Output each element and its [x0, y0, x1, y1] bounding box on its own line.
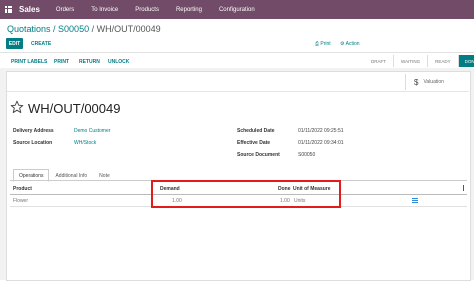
unlock-button[interactable]: UNLOCK — [108, 59, 129, 65]
effective-date-value: 01/11/2022 09:34:01 — [298, 140, 344, 146]
menu-configuration[interactable]: Configuration — [219, 7, 255, 13]
action-label: Action — [345, 41, 360, 47]
breadcrumb-separator: / — [50, 24, 59, 34]
star-icon[interactable] — [10, 100, 24, 114]
return-button[interactable]: RETURN — [79, 59, 100, 65]
print-labels-button[interactable]: PRINT LABELS — [11, 59, 47, 65]
menu-orders[interactable]: Orders — [56, 7, 74, 13]
source-document-label: Source Document — [237, 152, 280, 158]
delivery-address-label: Delivery Address — [13, 128, 54, 134]
menu-reporting[interactable]: Reporting — [176, 7, 202, 13]
source-location-label: Source Location — [13, 140, 53, 146]
cell-product[interactable]: Flower — [13, 198, 28, 204]
column-product[interactable]: Product — [13, 186, 32, 192]
breadcrumb: Quotations / S00050 / WH/OUT/00049 — [7, 24, 161, 34]
dollar-icon: $ — [414, 77, 419, 87]
print-label: Print — [320, 41, 331, 47]
delivery-address-value[interactable]: Demo Customer — [74, 128, 110, 134]
status-ready[interactable]: READY — [428, 55, 459, 67]
create-button[interactable]: CREATE — [31, 41, 51, 47]
valuation-label: Valuation — [423, 79, 444, 85]
print-dropdown[interactable]: ⎙ Print — [315, 41, 331, 47]
breadcrumb-current: WH/OUT/00049 — [96, 24, 161, 34]
action-dropdown[interactable]: ⚙ Action — [340, 41, 360, 47]
scheduled-date-label: Scheduled Date — [237, 128, 275, 134]
breadcrumb-separator: / — [89, 24, 97, 34]
breadcrumb-quotations[interactable]: Quotations — [7, 24, 51, 34]
menu-to-invoice[interactable]: To Invoice — [91, 7, 118, 13]
menu-products[interactable]: Products — [135, 7, 159, 13]
source-location-value[interactable]: WH/Stock — [74, 140, 96, 146]
effective-date-label: Effective Date — [237, 140, 271, 146]
highlight-box — [151, 180, 341, 208]
scheduled-date-value: 01/11/2022 09:25:51 — [298, 128, 344, 134]
detailed-operations-icon[interactable] — [412, 198, 418, 203]
edit-button[interactable]: EDIT — [6, 38, 23, 49]
status-bar: DRAFT WAITING READY DONE — [364, 55, 474, 67]
status-done[interactable]: DONE — [458, 55, 474, 67]
valuation-button[interactable]: $ Valuation — [405, 74, 466, 90]
print-button[interactable]: PRINT — [54, 59, 69, 65]
top-navbar: Sales Orders To Invoice Products Reporti… — [0, 0, 474, 19]
source-document-value: S00050 — [298, 152, 316, 158]
record-title: WH/OUT/00049 — [28, 101, 121, 116]
app-name[interactable]: Sales — [19, 5, 40, 14]
optional-columns-icon[interactable] — [463, 185, 464, 191]
status-waiting[interactable]: WAITING — [394, 55, 429, 67]
apps-grid-icon[interactable] — [5, 6, 13, 14]
breadcrumb-order[interactable]: S00050 — [58, 24, 89, 34]
divider — [0, 52, 474, 53]
status-draft[interactable]: DRAFT — [364, 55, 394, 67]
divider — [7, 91, 469, 92]
